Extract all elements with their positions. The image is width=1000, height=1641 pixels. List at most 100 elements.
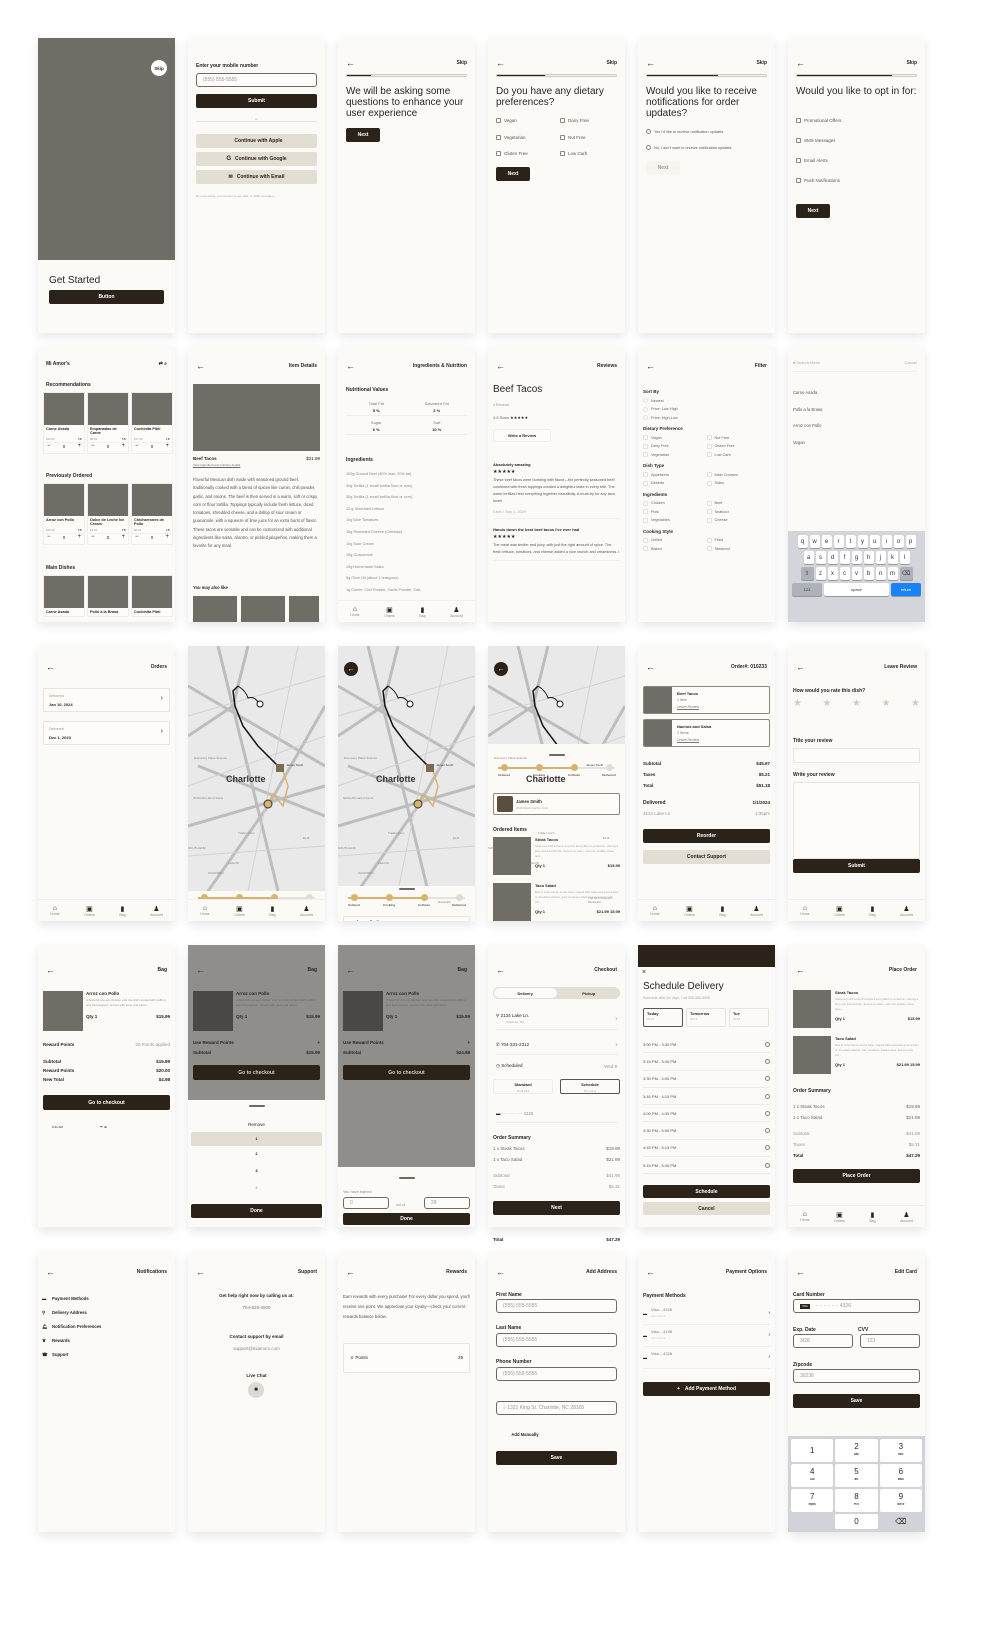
payment-card-row[interactable]: ▬ Visa....4198 Card expired › — [643, 1325, 770, 1347]
filter-option[interactable]: Vegetarian — [643, 452, 707, 457]
apple-login-button[interactable]: Continue with Apple — [196, 134, 317, 148]
increment-button[interactable]: + — [165, 443, 169, 451]
sheet-handle[interactable] — [398, 1177, 415, 1179]
filter-option[interactable]: Seafood — [706, 509, 771, 514]
back-button[interactable]: ← — [344, 662, 358, 676]
nav-home[interactable]: ⌂ Home — [200, 905, 209, 916]
search-icon[interactable]: ⌕ — [164, 361, 167, 367]
decrement-button[interactable]: − — [135, 534, 139, 542]
star-rating-button[interactable]: ★ — [911, 698, 920, 709]
space-key[interactable]: space — [824, 583, 889, 596]
back-arrow-icon[interactable]: ← — [496, 966, 505, 975]
add-reward-button[interactable]: + — [317, 1040, 320, 1045]
support-phone[interactable]: 704-529-4500 — [188, 1305, 325, 1310]
key-u[interactable]: u — [869, 535, 880, 548]
return-key[interactable]: return — [891, 583, 921, 596]
key-g[interactable]: g — [851, 551, 862, 564]
leave-review-link[interactable]: Leave Review — [677, 705, 699, 709]
phone-input[interactable]: (555) 555-5555 — [496, 1367, 617, 1381]
filter-option[interactable]: Deserts — [643, 480, 707, 486]
filter-option[interactable]: Nut Free — [706, 435, 771, 440]
item-qty[interactable]: Qty 1 — [86, 1014, 97, 1019]
qty-option[interactable]: 3 — [188, 1168, 325, 1173]
support-email[interactable]: support@miamors.com — [188, 1346, 325, 1351]
filter-option[interactable]: Grilled — [643, 537, 707, 543]
key-q[interactable]: q — [797, 535, 808, 548]
nav-orders[interactable]: ▣ Orders — [684, 905, 695, 917]
key-y[interactable]: y — [857, 535, 868, 548]
key-h[interactable]: h — [863, 551, 874, 564]
nav-home[interactable]: ⌂ Home — [350, 606, 359, 617]
key-p[interactable]: p — [905, 535, 916, 548]
address-row[interactable]: ⚲ 2134 Lake Ln. Charlotte, NC › — [496, 1007, 617, 1030]
delete-key[interactable]: ⌫ — [899, 567, 913, 580]
key-t[interactable]: t — [845, 535, 856, 548]
product-card[interactable]: Dulce de Leche Ice Cream $4.99 5★ − 0 + — [87, 483, 129, 545]
decrement-button[interactable]: − — [135, 443, 139, 451]
checkout-button[interactable]: Go to checkout — [193, 1065, 320, 1080]
back-arrow-icon[interactable]: ← — [646, 1268, 655, 1277]
checkbox-sms-messages[interactable]: SMS Messages — [796, 138, 836, 144]
checkout-button[interactable]: Go to checkout — [43, 1095, 170, 1110]
search-input[interactable]: ⌕ Search Menu — [793, 360, 820, 365]
increment-button[interactable]: + — [165, 534, 169, 542]
address-search-input[interactable]: ⌕ 1321 King St. Charlotte, NC 28105 — [496, 1401, 617, 1415]
back-arrow-icon[interactable]: ← — [496, 59, 505, 68]
radio-yes[interactable]: Yes I'd like to receive notification upd… — [646, 129, 723, 134]
keypad-key[interactable]: ⌫ — [880, 1514, 922, 1529]
time-slot[interactable]: 3:15 PM - 3:45 PM — [643, 1053, 770, 1071]
back-arrow-icon[interactable]: ← — [796, 59, 805, 68]
filter-option[interactable]: Newest — [643, 398, 770, 403]
review-body-textarea[interactable] — [793, 782, 920, 859]
star-rating-button[interactable]: ★ — [823, 698, 832, 709]
filter-option[interactable]: Gluten Free — [706, 443, 771, 449]
decrement-button[interactable]: − — [91, 534, 95, 542]
time-slot[interactable]: 4:45 PM - 5:15 PM — [643, 1140, 770, 1158]
place-order-button[interactable]: Place Order — [793, 1169, 920, 1183]
star-rating-button[interactable]: ★ — [793, 698, 802, 709]
back-arrow-icon[interactable]: ← — [346, 1268, 355, 1277]
back-arrow-icon[interactable]: ← — [196, 362, 205, 371]
schedule-option[interactable]: Schedule Pick a time — [560, 1079, 620, 1094]
filter-option[interactable]: Pork — [643, 509, 707, 514]
nav-home[interactable]: ⌂ Home — [800, 905, 809, 916]
keypad-key[interactable]: 4 GHI — [791, 1464, 834, 1487]
decrement-button[interactable]: − — [47, 443, 51, 451]
phone-row[interactable]: ✆ 704-331-2312 › — [496, 1035, 617, 1055]
checkbox-vegan[interactable]: Vegan — [496, 118, 517, 124]
keypad-key[interactable]: 2 ABC — [835, 1439, 878, 1462]
next-button[interactable]: Next — [496, 167, 530, 181]
key-x[interactable]: x — [827, 567, 838, 580]
menu-item-notification-preferences[interactable]: 🔔︎ Notification Preferences — [42, 1320, 101, 1334]
increment-button[interactable]: + — [121, 534, 125, 542]
back-arrow-icon[interactable]: ← — [496, 1268, 505, 1277]
back-arrow-icon[interactable]: ← — [46, 966, 55, 975]
search-result[interactable]: Vegan — [793, 435, 822, 452]
key-z[interactable]: z — [815, 567, 826, 580]
filter-option[interactable]: Chicken — [643, 500, 707, 506]
qty-option[interactable]: 1 — [191, 1132, 322, 1146]
filter-option[interactable]: Sides — [706, 480, 771, 486]
product-card[interactable]: Empanadas de Carne $8.99 5★ − 0 + — [87, 392, 129, 454]
add-reward-button[interactable]: + — [467, 1040, 470, 1045]
next-button[interactable]: Next — [796, 204, 830, 218]
suggestion-image[interactable] — [241, 596, 285, 622]
primary-button[interactable]: Button — [49, 290, 164, 304]
day-option[interactable]: Today Oct 6 — [643, 1008, 683, 1027]
decrement-button[interactable]: − — [47, 534, 51, 542]
keypad-key[interactable]: 8 TUV — [835, 1489, 878, 1512]
sheet-handle[interactable] — [248, 1105, 265, 1107]
back-arrow-icon[interactable]: ← — [646, 59, 655, 68]
time-slot[interactable]: 4:30 PM - 5:00 PM — [643, 1122, 770, 1140]
add-payment-method-button[interactable]: + Add Payment Method — [643, 1382, 770, 1396]
checkbox-nut-free[interactable]: Nut Free — [560, 135, 586, 141]
nav-bag[interactable]: ▮ Bag — [869, 905, 875, 917]
checkbox-vegetarian[interactable]: Vegetarian — [496, 135, 526, 141]
save-button[interactable]: Save — [793, 1394, 920, 1408]
sheet-handle[interactable] — [548, 754, 565, 756]
filter-option[interactable]: Price: High-Low — [643, 415, 770, 420]
filter-icon[interactable]: ⇄ — [159, 361, 163, 367]
menu-item-support[interactable]: ☎ Support — [42, 1348, 101, 1362]
nav-orders[interactable]: ▣ Orders — [384, 606, 395, 618]
exp-date-input[interactable]: 3/28 — [793, 1334, 853, 1348]
